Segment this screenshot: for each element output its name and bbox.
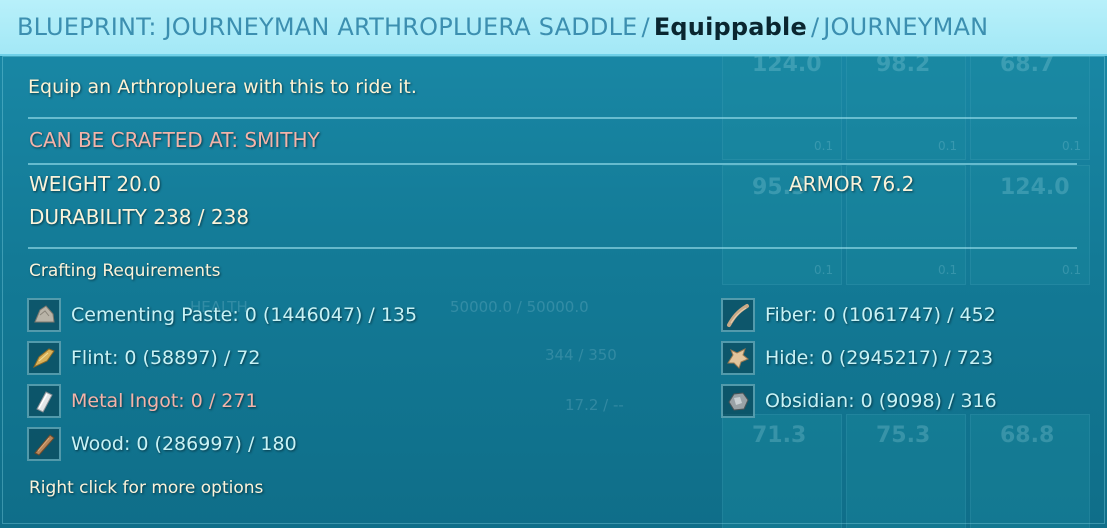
- obsidian-icon: [721, 384, 755, 418]
- item-title: BLUEPRINT: JOURNEYMAN ARTHROPLUERA SADDL…: [17, 13, 638, 41]
- crafted-at-label: CAN BE CRAFTED AT: SMITHY: [29, 128, 320, 152]
- requirement-label: Cementing Paste: 0 (1446047) / 135: [71, 304, 418, 326]
- crafting-requirements-heading: Crafting Requirements: [29, 261, 221, 281]
- right-click-hint: Right click for more options: [29, 478, 264, 498]
- requirement-label: Hide: 0 (2945217) / 723: [765, 347, 994, 369]
- header-separator: /: [641, 13, 650, 41]
- armor-stat: ARMOR 76.2: [789, 172, 915, 196]
- item-description: Equip an Arthropluera with this to ride …: [28, 76, 417, 98]
- cementing-paste-icon: [27, 298, 61, 332]
- wood-icon: [27, 427, 61, 461]
- requirement-row-fiber: Fiber: 0 (1061747) / 452: [721, 296, 996, 334]
- weight-stat: WEIGHT 20.0: [29, 172, 161, 196]
- requirement-row-metal-ingot: Metal Ingot: 0 / 271: [27, 382, 258, 420]
- requirement-row-obsidian: Obsidian: 0 (9098) / 316: [721, 382, 997, 420]
- requirement-label: Metal Ingot: 0 / 271: [71, 390, 258, 412]
- requirement-label: Wood: 0 (286997) / 180: [71, 433, 297, 455]
- item-type: Equippable: [653, 13, 807, 41]
- flint-icon: [27, 341, 61, 375]
- hide-icon: [721, 341, 755, 375]
- requirement-label: Fiber: 0 (1061747) / 452: [765, 304, 996, 326]
- requirement-row-cementing-paste: Cementing Paste: 0 (1446047) / 135: [27, 296, 417, 334]
- header-separator: /: [810, 13, 820, 41]
- requirement-row-wood: Wood: 0 (286997) / 180: [27, 425, 297, 463]
- divider: [28, 163, 1077, 165]
- requirement-row-flint: Flint: 0 (58897) / 72: [27, 339, 260, 377]
- requirement-label: Flint: 0 (58897) / 72: [71, 347, 261, 369]
- divider: [28, 247, 1077, 249]
- tooltip-header: BLUEPRINT: JOURNEYMAN ARTHROPLUERA SADDL…: [0, 0, 1107, 56]
- requirement-row-hide: Hide: 0 (2945217) / 723: [721, 339, 993, 377]
- durability-stat: DURABILITY 238 / 238: [29, 205, 250, 229]
- item-tooltip: 124.0 98.2 68.7 95.3 124.0 71.3 75.3 68.…: [0, 0, 1107, 528]
- fiber-icon: [721, 298, 755, 332]
- item-quality: JOURNEYMAN: [823, 13, 989, 41]
- requirement-label: Obsidian: 0 (9098) / 316: [765, 390, 997, 412]
- divider: [28, 117, 1077, 119]
- metal-ingot-icon: [27, 384, 61, 418]
